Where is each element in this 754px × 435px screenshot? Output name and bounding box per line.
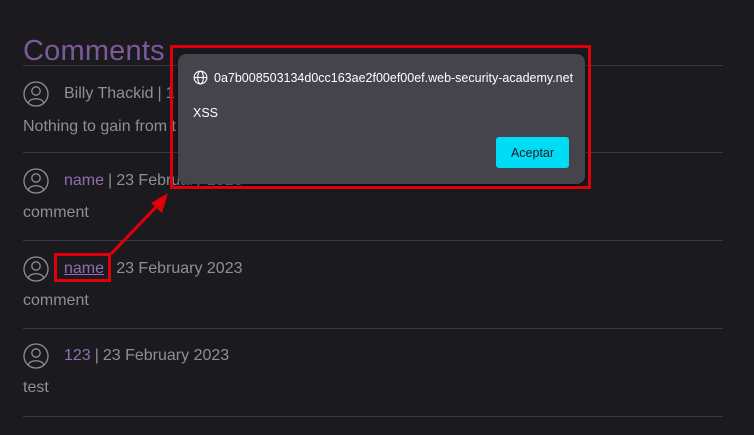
avatar-icon xyxy=(23,168,49,194)
comment-separator: | xyxy=(108,172,113,189)
avatar-icon xyxy=(23,343,49,369)
blog-comments-page: Comments Billy Thackid | 1 Nothing to ga… xyxy=(0,0,754,435)
highlight-box-dialog xyxy=(170,45,591,189)
comment-date: 23 February 2023 xyxy=(102,347,230,364)
comment-author-link[interactable]: name xyxy=(64,172,104,190)
comment-separator: | xyxy=(94,347,99,364)
comment-body: test xyxy=(23,379,49,396)
divider xyxy=(23,416,723,417)
avatar-icon xyxy=(23,81,49,107)
divider xyxy=(23,328,723,329)
comment-author-link[interactable]: 123 xyxy=(64,347,91,365)
comment-author: Billy Thackid xyxy=(64,85,154,102)
highlight-box-author xyxy=(54,253,111,282)
comment-date: 23 February 2023 xyxy=(116,260,243,277)
comment-body: Nothing to gain from t xyxy=(23,118,176,135)
comment-meta: Billy Thackid | 1 xyxy=(23,79,175,109)
comment-separator: | xyxy=(157,85,162,102)
comment-meta: 123 | 23 February 2023 xyxy=(23,341,229,371)
comments-heading: Comments xyxy=(23,35,165,68)
comment-body: comment xyxy=(23,204,89,221)
avatar-icon xyxy=(23,256,49,282)
divider xyxy=(23,240,723,241)
comment-body: comment xyxy=(23,292,89,309)
